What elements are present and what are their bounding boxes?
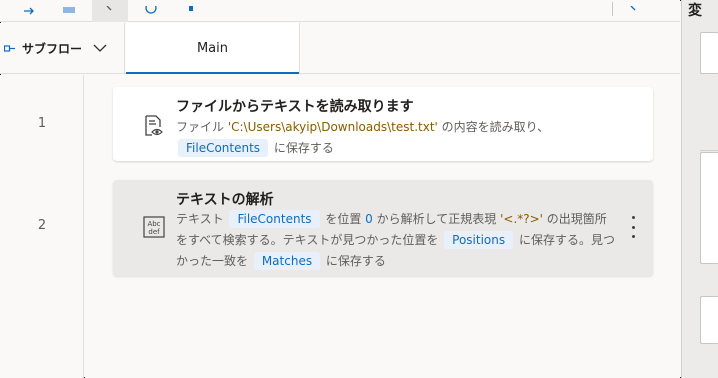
read-text-file-icon [143, 115, 165, 137]
subflow-icon [4, 42, 18, 56]
action-title: ファイルからテキストを読み取ります [176, 99, 414, 115]
variables-search-input[interactable] [700, 32, 718, 74]
desc-text: に保存する [270, 141, 334, 155]
line-number: 2 [37, 218, 47, 233]
svg-text:def: def [148, 228, 160, 236]
desc-text: ファイル [176, 120, 228, 134]
svg-text:Abc: Abc [147, 220, 160, 228]
stop-icon[interactable] [180, 0, 202, 22]
desc-text: を位置 [321, 212, 366, 226]
top-toolbar [0, 0, 680, 22]
action-description: テキスト FileContents を位置 0 から解析して正規表現 '<.*?… [176, 209, 616, 272]
variables-pane: 変 [681, 0, 718, 378]
desc-text: から解析して正規表現 [372, 212, 501, 226]
file-path-value: 'C:\Users\akyip\Downloads\test.txt' [227, 120, 438, 134]
flow-variables-section [700, 296, 718, 344]
subflow-tab-strip: サブフロー Main [0, 23, 680, 74]
variable-token[interactable]: Positions [444, 231, 514, 249]
recorder-icon[interactable] [140, 0, 162, 22]
more-options-icon[interactable] [625, 216, 641, 238]
toolbar-divider [612, 2, 613, 16]
chevron-down-icon [92, 40, 108, 56]
variable-token[interactable]: FileContents [178, 139, 269, 157]
save-icon[interactable] [58, 0, 80, 22]
position-value: 0 [365, 212, 373, 226]
desc-text: の内容を読み取り、 [437, 120, 550, 134]
line-number-gutter: 1 2 [0, 75, 84, 378]
arrow-icon[interactable] [18, 0, 40, 22]
tab-main-label: Main [196, 41, 229, 56]
pane-divider [700, 150, 718, 151]
flow-designer-canvas: ファイルからテキストを読み取ります ファイル 'C:\Users\akyip\D… [85, 75, 680, 378]
desc-text: テキスト [176, 212, 228, 226]
active-tab-indicator [126, 72, 299, 74]
variable-token[interactable]: FileContents [229, 210, 320, 228]
abc-def-parse-text-icon: Abc def [143, 216, 165, 238]
desc-text: に保存する [322, 254, 386, 268]
regex-value: '<.*?>' [500, 212, 543, 226]
line-number: 1 [37, 116, 47, 131]
tab-main[interactable]: Main [126, 23, 300, 74]
next-icon[interactable] [622, 0, 644, 22]
subflow-dropdown-label: サブフロー [22, 42, 83, 56]
input-output-variables-section [700, 152, 718, 264]
action-description: ファイル 'C:\Users\akyip\Downloads\test.txt'… [176, 117, 636, 159]
action-title: テキストの解析 [176, 192, 274, 208]
run-icon[interactable] [92, 0, 128, 22]
variable-token[interactable]: Matches [253, 252, 321, 270]
variables-pane-title: 変 [688, 3, 702, 19]
subflow-dropdown[interactable]: サブフロー [0, 23, 125, 74]
action-card-read-text-file[interactable]: ファイルからテキストを読み取ります ファイル 'C:\Users\akyip\D… [113, 87, 653, 161]
action-card-parse-text[interactable]: Abc def テキストの解析 テキスト FileContents を位置 0 … [113, 180, 653, 276]
